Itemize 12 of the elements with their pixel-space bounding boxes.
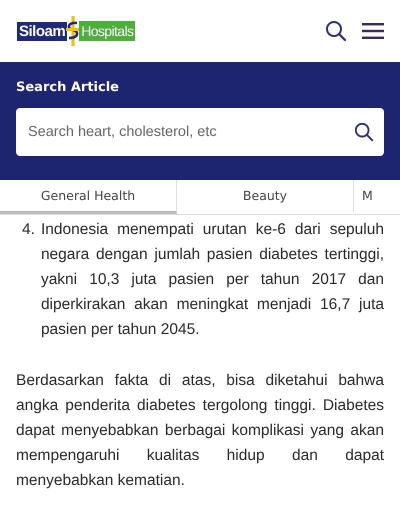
tab[interactable]: General Health — [0, 180, 177, 214]
logo-text: Siloam — [17, 22, 68, 40]
search-field[interactable]: Search heart, cholesterol, etc — [16, 108, 384, 156]
logo-text: Hospitals — [79, 21, 136, 41]
section-title: Search Article — [16, 80, 120, 95]
search-icon[interactable] — [325, 20, 347, 42]
list-number: 4. — [22, 220, 35, 240]
paragraph: Berdasarkan fakta di atas, bisa diketahui bahwa angka penderita diabetes tergolong tinggi. Diabetes dapat menyebabkan berbagai komplikasi yang akan mempengaruhi kualitas hidup dan dapat menyebabkan kematian. — [16, 371, 384, 491]
search-icon[interactable] — [354, 122, 374, 142]
list-item-text: Indonesia menempati urutan ke-6 dari sepuluh negara dengan jumlah pasien diabetes tertinggi, yakni 10,3 juta pasien per tahun 2017 dan diperkirakan akan meningkat menjadi 16,7 juta pasien per tahun 2045. — [40, 220, 384, 340]
logo[interactable]: Siloam Hospitals — [17, 16, 136, 46]
menu-icon[interactable] — [362, 23, 384, 39]
